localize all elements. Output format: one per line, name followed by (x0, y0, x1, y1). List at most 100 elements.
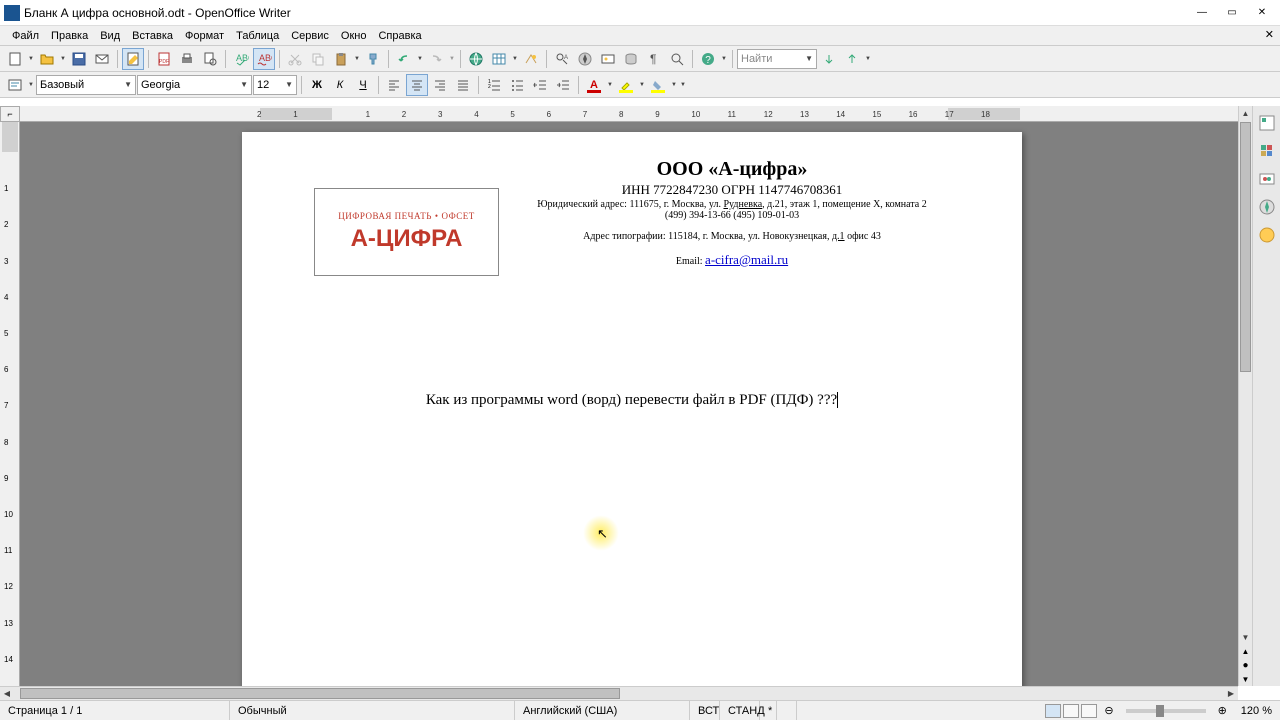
menu-window[interactable]: Окно (335, 28, 373, 44)
prev-page-button[interactable]: ▲ (1239, 644, 1252, 658)
horizontal-ruler[interactable]: 12345678910111213141516171812 (20, 106, 1238, 122)
status-language[interactable]: Английский (США) (515, 701, 690, 720)
underline-button[interactable]: Ч (352, 74, 374, 96)
font-name-combo[interactable]: Georgia▼ (137, 75, 252, 95)
font-size-combo[interactable]: 12▼ (253, 75, 297, 95)
toolbar-overflow[interactable]: ▼ (864, 56, 872, 62)
scroll-left-button[interactable]: ◀ (0, 687, 14, 700)
vertical-scrollbar[interactable]: ▲ ▼ ▲ ● ▼ (1238, 106, 1252, 686)
sidebar-navigator-button[interactable] (1256, 196, 1278, 218)
menu-format[interactable]: Формат (179, 28, 230, 44)
page[interactable]: ЦИФРОВАЯ ПЕЧАТЬ•ОФСЕТ А-ЦИФРА ООО «А-циф… (242, 132, 1022, 686)
find-prev-button[interactable] (841, 48, 863, 70)
font-color-dropdown[interactable]: ▼ (606, 82, 614, 88)
auto-spellcheck-button[interactable]: ABC (253, 48, 275, 70)
nonprinting-chars-button[interactable]: ¶ (643, 48, 665, 70)
help-dropdown[interactable]: ▼ (720, 56, 728, 62)
document-area[interactable]: ЦИФРОВАЯ ПЕЧАТЬ•ОФСЕТ А-ЦИФРА ООО «А-циф… (20, 122, 1238, 686)
horizontal-scrollbar[interactable]: ◀ ▶ (0, 686, 1238, 700)
show-draw-button[interactable] (520, 48, 542, 70)
vertical-ruler[interactable]: 1234567891011121314 (0, 122, 20, 686)
bg-color-button[interactable] (647, 74, 669, 96)
para-style-combo[interactable]: Базовый▼ (36, 75, 136, 95)
table-button[interactable] (488, 48, 510, 70)
gallery-button[interactable] (597, 48, 619, 70)
status-zoom[interactable]: 120 % (1233, 701, 1280, 720)
styles-dropdown-arrow[interactable]: ▼ (27, 82, 35, 88)
new-dropdown[interactable]: ▼ (27, 56, 35, 62)
format-toolbar-overflow[interactable]: ▼ (679, 82, 687, 88)
menu-view[interactable]: Вид (94, 28, 126, 44)
redo-button[interactable] (425, 48, 447, 70)
menu-edit[interactable]: Правка (45, 28, 94, 44)
sidebar-gallery-button[interactable] (1256, 168, 1278, 190)
italic-button[interactable]: К (329, 74, 351, 96)
navigator-button[interactable] (574, 48, 596, 70)
redo-dropdown[interactable]: ▼ (448, 56, 456, 62)
open-button[interactable] (36, 48, 58, 70)
find-next-button[interactable] (818, 48, 840, 70)
numbered-list-button[interactable]: 12 (483, 74, 505, 96)
hyperlink-button[interactable] (465, 48, 487, 70)
export-pdf-button[interactable]: PDF (153, 48, 175, 70)
data-sources-button[interactable] (620, 48, 642, 70)
menu-insert[interactable]: Вставка (126, 28, 179, 44)
save-button[interactable] (68, 48, 90, 70)
maximize-button[interactable]: ▭ (1218, 3, 1246, 23)
edit-mode-button[interactable] (122, 48, 144, 70)
format-paintbrush-button[interactable] (362, 48, 384, 70)
email-button[interactable] (91, 48, 113, 70)
print-button[interactable] (176, 48, 198, 70)
nav-button[interactable]: ● (1239, 658, 1252, 672)
sidebar-properties-button[interactable] (1256, 112, 1278, 134)
highlight-button[interactable] (615, 74, 637, 96)
bold-button[interactable]: Ж (306, 74, 328, 96)
print-preview-button[interactable] (199, 48, 221, 70)
scroll-up-button[interactable]: ▲ (1239, 106, 1252, 120)
align-right-button[interactable] (429, 74, 451, 96)
menu-tools[interactable]: Сервис (285, 28, 335, 44)
sidebar-styles-button[interactable] (1256, 140, 1278, 162)
styles-button[interactable] (4, 74, 26, 96)
menu-file[interactable]: Файл (6, 28, 45, 44)
paste-button[interactable] (330, 48, 352, 70)
hscroll-thumb[interactable] (20, 688, 620, 699)
font-color-button[interactable]: A (583, 74, 605, 96)
justify-button[interactable] (452, 74, 474, 96)
vscroll-thumb[interactable] (1240, 122, 1251, 372)
zoom-slider[interactable] (1126, 709, 1206, 713)
minimize-button[interactable]: — (1188, 3, 1216, 23)
help-button[interactable]: ? (697, 48, 719, 70)
view-multi-button[interactable] (1063, 704, 1079, 718)
cut-button[interactable] (284, 48, 306, 70)
close-document-button[interactable]: ✕ (1265, 28, 1274, 41)
zoom-button[interactable] (666, 48, 688, 70)
close-button[interactable]: ✕ (1248, 3, 1276, 23)
decrease-indent-button[interactable] (529, 74, 551, 96)
undo-button[interactable] (393, 48, 415, 70)
align-left-button[interactable] (383, 74, 405, 96)
copy-button[interactable] (307, 48, 329, 70)
sidebar-functions-button[interactable] (1256, 224, 1278, 246)
spellcheck-button[interactable]: ABC (230, 48, 252, 70)
view-book-button[interactable] (1081, 704, 1097, 718)
next-page-button[interactable]: ▼ (1239, 672, 1252, 686)
undo-dropdown[interactable]: ▼ (416, 56, 424, 62)
zoom-in-button[interactable]: ⊕ (1218, 704, 1227, 717)
document-body[interactable]: Как из программы word (ворд) перевести ф… (314, 392, 950, 409)
scroll-right-button[interactable]: ▶ (1224, 687, 1238, 700)
status-selection[interactable]: СТАНД (720, 701, 760, 720)
ruler-corner[interactable]: ⌐ (0, 106, 20, 122)
new-button[interactable] (4, 48, 26, 70)
status-style[interactable]: Обычный (230, 701, 515, 720)
table-dropdown[interactable]: ▼ (511, 56, 519, 62)
email-link[interactable]: a-cifra@mail.ru (705, 252, 788, 267)
increase-indent-button[interactable] (552, 74, 574, 96)
highlight-dropdown[interactable]: ▼ (638, 82, 646, 88)
bullet-list-button[interactable] (506, 74, 528, 96)
paste-dropdown[interactable]: ▼ (353, 56, 361, 62)
zoom-out-button[interactable]: ⊖ (1104, 704, 1113, 717)
status-signature[interactable] (777, 701, 797, 720)
scroll-down-button[interactable]: ▼ (1239, 630, 1252, 644)
open-dropdown[interactable]: ▼ (59, 56, 67, 62)
